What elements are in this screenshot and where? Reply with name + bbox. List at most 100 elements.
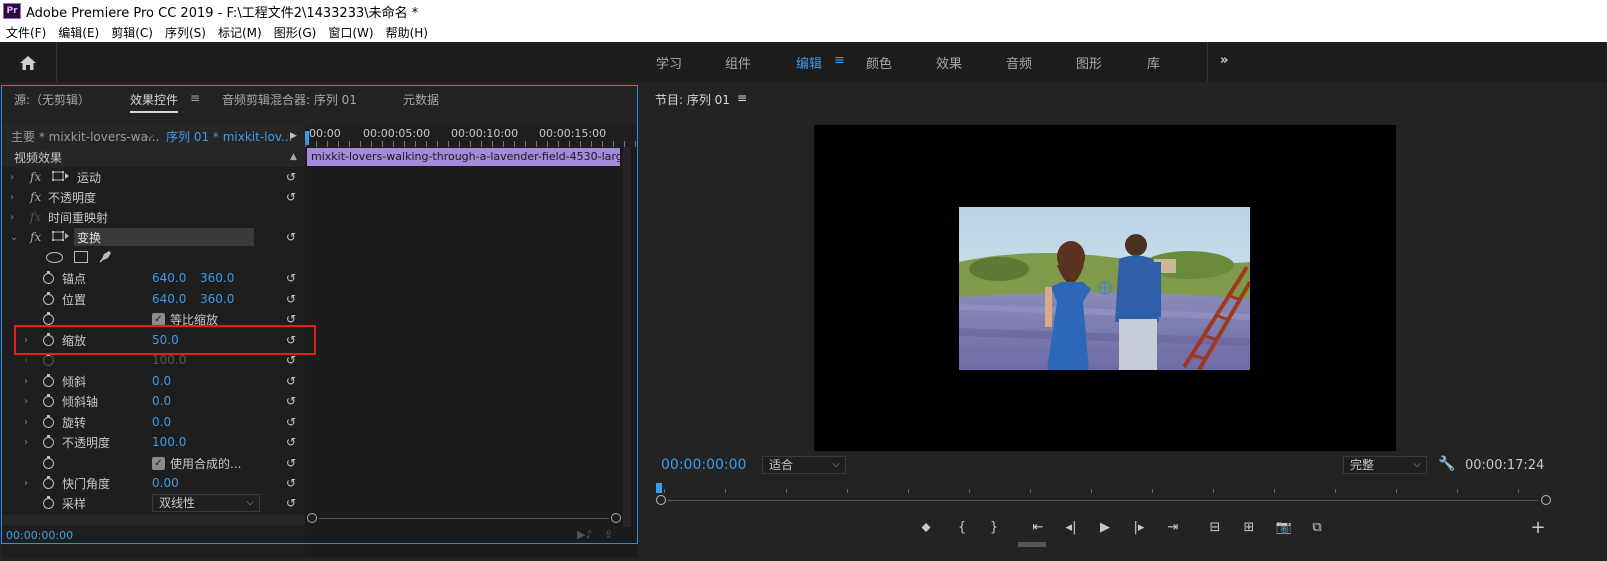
chevron-down-icon[interactable]: ⌄ bbox=[10, 232, 18, 243]
workspace-tab-learn[interactable]: 学习 bbox=[656, 53, 682, 72]
reset-icon[interactable]: ↺ bbox=[286, 230, 296, 244]
quality-dropdown[interactable]: 完整 ⌵ bbox=[1343, 456, 1427, 474]
workspace-tab-audio[interactable]: 音频 bbox=[1006, 53, 1032, 72]
step-forward-icon[interactable]: |▸ bbox=[1130, 518, 1148, 536]
menu-help[interactable]: 帮助(H) bbox=[386, 24, 428, 41]
menu-edit[interactable]: 编辑(E) bbox=[58, 24, 99, 41]
add-button-icon[interactable]: + bbox=[1529, 517, 1547, 538]
fit-dropdown[interactable]: 适合 ⌵ bbox=[762, 456, 846, 474]
reset-icon[interactable]: ↺ bbox=[286, 456, 296, 470]
chevron-right-icon[interactable]: › bbox=[24, 335, 28, 346]
menu-graphics[interactable]: 图形(G) bbox=[274, 24, 317, 41]
reset-icon[interactable]: ↺ bbox=[286, 394, 296, 408]
vertical-scrollbar[interactable] bbox=[623, 147, 631, 527]
reset-icon[interactable]: ↺ bbox=[286, 190, 296, 204]
tab-metadata[interactable]: 元数据 bbox=[403, 91, 439, 108]
effect-row-motion[interactable]: › fx 运动 ↺ bbox=[2, 167, 305, 187]
reset-icon[interactable]: ↺ bbox=[286, 415, 296, 429]
effect-row-time-remap[interactable]: › fx 时间重映射 bbox=[2, 207, 305, 227]
opacity-value[interactable]: 100.0 bbox=[152, 435, 186, 449]
program-timecode[interactable]: 00:00:00:00 bbox=[661, 457, 746, 473]
sampling-dropdown[interactable]: 双线性 ⌵ bbox=[152, 494, 260, 512]
export-frame-icon[interactable]: 📷 bbox=[1275, 518, 1293, 536]
fx-icon[interactable]: fx bbox=[30, 230, 41, 244]
panel-menu-icon[interactable]: ≡ bbox=[190, 91, 200, 105]
skew-value[interactable]: 0.0 bbox=[152, 374, 171, 388]
workspace-menu-icon[interactable]: ≡ bbox=[834, 53, 845, 68]
stopwatch-icon[interactable] bbox=[43, 332, 54, 346]
collapse-up-icon[interactable]: ▲ bbox=[290, 152, 297, 162]
time-ruler[interactable]: 00:00 00:00:05:00 00:00:10:00 00:00:15:0… bbox=[305, 125, 638, 147]
sequence-clip-label[interactable]: 序列 01 * mixkit-lov... bbox=[166, 128, 292, 145]
tab-effect-controls[interactable]: 效果控件 bbox=[130, 91, 179, 113]
reset-icon[interactable]: ↺ bbox=[286, 374, 296, 388]
play-triangle-icon[interactable]: ▶ bbox=[290, 131, 297, 141]
ellipse-mask-icon[interactable] bbox=[46, 251, 63, 263]
horizontal-scrollbar[interactable] bbox=[2, 515, 305, 525]
play-icon[interactable]: ▶ bbox=[1096, 518, 1114, 536]
chevron-right-icon[interactable]: › bbox=[24, 437, 28, 448]
go-to-out-icon[interactable]: ⇥ bbox=[1164, 518, 1182, 536]
reset-icon[interactable]: ↺ bbox=[286, 170, 296, 184]
program-time-ruler[interactable] bbox=[656, 483, 1551, 505]
program-monitor-title[interactable]: 节目: 序列 01 bbox=[655, 91, 730, 108]
workspace-tab-effects[interactable]: 效果 bbox=[936, 53, 962, 72]
stopwatch-icon[interactable] bbox=[43, 434, 54, 448]
add-marker-icon[interactable]: ⬥ bbox=[917, 518, 935, 536]
menu-clip[interactable]: 剪辑(C) bbox=[111, 24, 153, 41]
effect-row-opacity[interactable]: › fx 不透明度 ↺ bbox=[2, 187, 305, 207]
chevron-right-icon[interactable]: › bbox=[24, 396, 28, 407]
reset-icon[interactable]: ↺ bbox=[286, 292, 296, 306]
fx-icon[interactable]: fx bbox=[30, 190, 41, 204]
menu-window[interactable]: 窗口(W) bbox=[328, 24, 373, 41]
anchor-x-value[interactable]: 640.0 bbox=[152, 271, 186, 285]
workspace-tab-graphics[interactable]: 图形 bbox=[1076, 53, 1102, 72]
scale-value[interactable]: 50.0 bbox=[152, 333, 179, 347]
position-x-value[interactable]: 640.0 bbox=[152, 292, 186, 306]
mark-out-icon[interactable]: } bbox=[985, 518, 1003, 536]
stopwatch-icon[interactable] bbox=[43, 373, 54, 387]
comparison-view-icon[interactable]: ⧉ bbox=[1308, 518, 1326, 536]
insert-icon[interactable]: ⊟ bbox=[1206, 518, 1224, 536]
reset-icon[interactable]: ↺ bbox=[286, 496, 296, 510]
rotation-value[interactable]: 0.0 bbox=[152, 415, 171, 429]
reset-icon[interactable]: ↺ bbox=[286, 312, 296, 326]
reset-icon[interactable]: ↺ bbox=[286, 435, 296, 449]
workspace-tab-editing[interactable]: 编辑 bbox=[796, 53, 822, 72]
reset-icon[interactable]: ↺ bbox=[286, 271, 296, 285]
pen-mask-icon[interactable] bbox=[98, 248, 114, 267]
rectangle-mask-icon[interactable] bbox=[74, 251, 88, 263]
stopwatch-icon[interactable] bbox=[43, 393, 54, 407]
go-to-in-icon[interactable]: ⇤ bbox=[1029, 518, 1047, 536]
panel-menu-icon[interactable]: ≡ bbox=[737, 91, 747, 105]
home-button[interactable] bbox=[10, 50, 46, 76]
fx-icon[interactable]: fx bbox=[30, 170, 41, 184]
stopwatch-icon[interactable] bbox=[43, 270, 54, 284]
mark-in-icon[interactable]: { bbox=[953, 518, 971, 536]
reset-icon[interactable]: ↺ bbox=[286, 353, 296, 367]
reset-icon[interactable]: ↺ bbox=[286, 333, 296, 347]
tab-audio-clip-mixer[interactable]: 音频剪辑混合器: 序列 01 bbox=[222, 91, 357, 108]
menu-marker[interactable]: 标记(M) bbox=[218, 24, 262, 41]
workspace-tab-libraries[interactable]: 库 bbox=[1147, 53, 1160, 72]
chevron-right-icon[interactable]: › bbox=[24, 417, 28, 428]
uniform-scale-checkbox[interactable]: ✓ bbox=[152, 312, 165, 326]
chevron-down-icon[interactable]: ⌵ bbox=[146, 131, 154, 142]
menu-file[interactable]: 文件(F) bbox=[6, 24, 46, 41]
stopwatch-icon[interactable] bbox=[43, 291, 54, 305]
skew-axis-value[interactable]: 0.0 bbox=[152, 394, 171, 408]
export-icon[interactable]: ⇪ bbox=[604, 528, 613, 541]
chevron-right-icon[interactable]: › bbox=[10, 212, 14, 223]
overwrite-icon[interactable]: ⊞ bbox=[1240, 518, 1258, 536]
stopwatch-icon[interactable] bbox=[43, 414, 54, 428]
step-back-icon[interactable]: ◂| bbox=[1062, 518, 1080, 536]
stopwatch-icon[interactable] bbox=[43, 475, 54, 489]
anchor-y-value[interactable]: 360.0 bbox=[200, 271, 234, 285]
wrench-icon[interactable]: 🔧 bbox=[1438, 456, 1455, 472]
workspace-tab-assembly[interactable]: 组件 bbox=[725, 53, 751, 72]
clip-bar[interactable]: mixkit-lovers-walking-through-a-lavender… bbox=[307, 148, 620, 166]
video-frame[interactable] bbox=[959, 207, 1250, 370]
workspace-more-icon[interactable]: » bbox=[1220, 53, 1228, 68]
position-y-value[interactable]: 360.0 bbox=[200, 292, 234, 306]
shutter-angle-value[interactable]: 0.00 bbox=[152, 476, 179, 490]
